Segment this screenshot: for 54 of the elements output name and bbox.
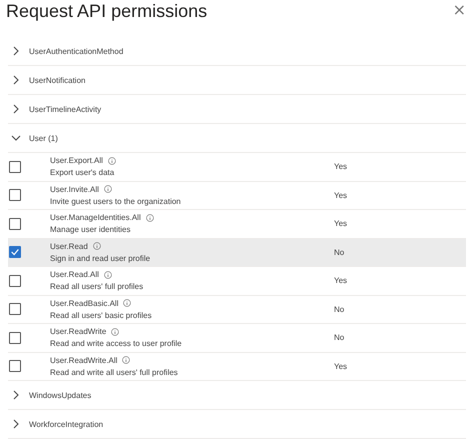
group-toggle[interactable]: UserNotification [8, 75, 86, 85]
permission-description: Export user's data [50, 168, 116, 178]
permission-description: Manage user identities [50, 225, 132, 234]
permission-name: User.Export.All [50, 156, 103, 166]
permission-name: User.ManageIdentities.All [50, 213, 141, 222]
group-toggle[interactable]: UserTimelineActivity [8, 104, 102, 114]
info-icon[interactable] [123, 299, 132, 308]
permission-description: Invite guest users to the organization [50, 196, 182, 206]
admin-consent-value: No [334, 304, 344, 314]
admin-consent-value: Yes [334, 219, 348, 228]
group-toggle[interactable]: WindowsUpdates [8, 390, 92, 400]
admin-consent-value: Yes [334, 190, 348, 200]
permission-name: User.Invite.All [50, 184, 99, 194]
checkbox[interactable] [9, 360, 21, 372]
checkbox[interactable] [9, 274, 21, 287]
info-icon[interactable] [92, 242, 101, 250]
permission-description: Read all users' full profiles [50, 282, 144, 292]
info-icon[interactable] [111, 328, 120, 336]
permission-name: User.Read.All [50, 270, 99, 280]
checkbox[interactable] [9, 303, 21, 316]
panel-title: Request API permissions [6, 1, 208, 22]
info-icon[interactable] [104, 185, 112, 194]
admin-consent-value: No [334, 248, 344, 257]
admin-consent-value: Yes [334, 276, 348, 286]
group-toggle[interactable]: UserAuthenticationMethod [8, 46, 124, 56]
permission-name: User.ReadBasic.All [50, 298, 118, 308]
admin-consent-value: Yes [334, 362, 348, 371]
chevron-icon [11, 390, 21, 400]
permission-name: User.ReadWrite [50, 327, 106, 336]
permission-name: User.ReadWrite.All [50, 356, 118, 365]
checkbox[interactable] [9, 332, 21, 344]
checkbox[interactable] [9, 160, 21, 173]
checkbox[interactable] [9, 189, 21, 202]
permission-description: Read and write all users' full profiles [50, 368, 179, 377]
info-icon[interactable] [146, 214, 154, 222]
info-icon[interactable] [122, 356, 130, 364]
info-icon[interactable] [104, 270, 112, 279]
chevron-icon [11, 75, 21, 85]
chevron-icon [11, 133, 21, 143]
admin-consent-value: No [334, 333, 344, 342]
checkbox[interactable] [9, 218, 21, 230]
permission-name: User.Read [50, 242, 88, 251]
info-icon[interactable] [108, 156, 116, 165]
checkbox[interactable] [9, 246, 21, 258]
permission-description: Read all users' basic profiles [50, 310, 153, 320]
group-toggle[interactable]: User (1) [8, 133, 58, 143]
admin-consent-value: Yes [334, 162, 348, 172]
group-toggle[interactable]: WorkforceIntegration [8, 419, 104, 429]
chevron-icon [11, 46, 21, 56]
permission-description: Read and write access to user profile [50, 339, 183, 348]
permission-description: Sign in and read user profile [50, 254, 152, 263]
chevron-icon [11, 419, 21, 429]
chevron-icon [11, 104, 21, 114]
close-button[interactable]: × [452, 2, 466, 18]
